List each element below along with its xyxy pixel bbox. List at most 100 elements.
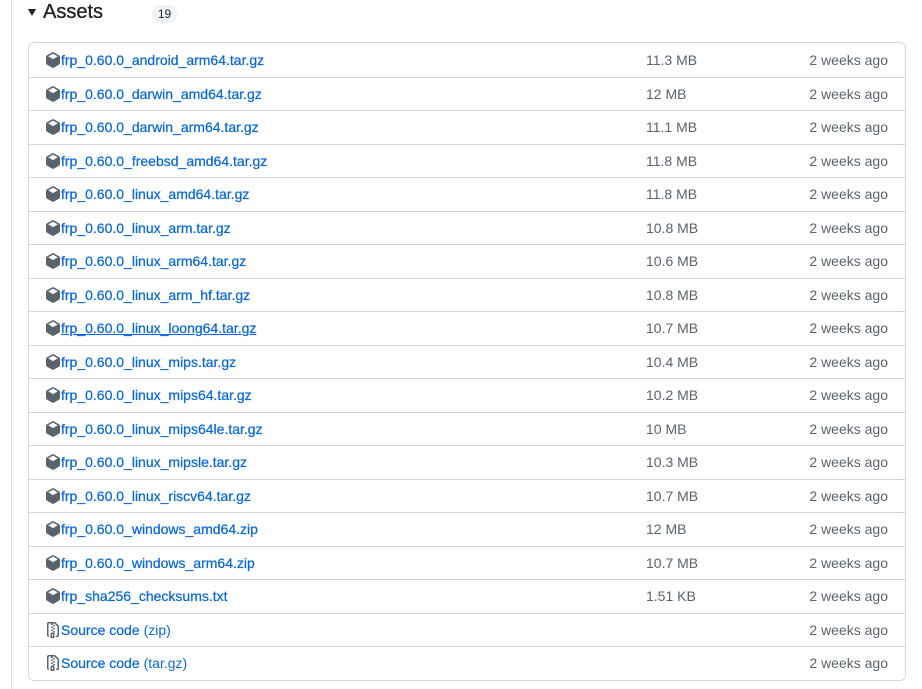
asset-name: frp_0.60.0_linux_arm_hf.tar.gz	[61, 286, 251, 303]
asset-name: frp_0.60.0_windows_amd64.zip	[61, 521, 258, 538]
asset-size: 11.8 MB	[646, 152, 698, 169]
asset-download-link[interactable]: frp_0.60.0_linux_loong64.tar.gz	[61, 318, 257, 338]
asset-main: frp_0.60.0_darwin_arm64.tar.gz	[29, 117, 629, 137]
asset-format: (tar.gz)	[143, 655, 188, 672]
asset-row: frp_0.60.0_darwin_arm64.tar.gz 11.1 MB 2…	[29, 110, 905, 144]
asset-date: 2 weeks ago	[809, 85, 888, 102]
asset-download-link[interactable]: frp_sha256_checksums.txt	[61, 586, 228, 606]
package-icon	[45, 454, 61, 471]
asset-date: 2 weeks ago	[809, 420, 888, 437]
asset-download-link[interactable]: Source code (tar.gz)	[61, 653, 187, 673]
assets-section-toggle[interactable]: Assets 19	[28, 0, 177, 26]
asset-download-link[interactable]: frp_0.60.0_linux_amd64.tar.gz	[61, 184, 250, 204]
asset-row: Source code (zip) 2 weeks ago	[29, 612, 905, 647]
asset-row: frp_0.60.0_linux_loong64.tar.gz 10.7 MB …	[29, 311, 905, 345]
asset-name: frp_0.60.0_linux_mips64le.tar.gz	[61, 420, 263, 437]
asset-size: 1.51 KB	[646, 588, 696, 605]
asset-row: frp_0.60.0_android_arm64.tar.gz 11.3 MB …	[29, 43, 905, 77]
asset-download-link[interactable]: Source code (zip)	[61, 620, 171, 640]
asset-main: frp_0.60.0_linux_mips64le.tar.gz	[29, 419, 629, 439]
package-icon	[45, 353, 61, 370]
assets-count-badge: 19	[152, 5, 177, 23]
asset-date: 2 weeks ago	[809, 621, 888, 638]
asset-name: frp_0.60.0_linux_mipsle.tar.gz	[61, 454, 247, 471]
asset-date: 2 weeks ago	[809, 51, 888, 68]
package-icon	[45, 119, 61, 136]
package-icon	[45, 186, 61, 203]
asset-name: frp_0.60.0_linux_loong64.tar.gz	[61, 320, 257, 337]
asset-name: frp_0.60.0_linux_arm.tar.gz	[61, 219, 231, 236]
asset-download-link[interactable]: frp_0.60.0_windows_arm64.zip	[61, 553, 255, 573]
asset-size: 10.2 MB	[646, 387, 699, 404]
file-zip-icon	[45, 621, 61, 638]
asset-download-link[interactable]: frp_0.60.0_linux_arm64.tar.gz	[61, 251, 246, 271]
asset-date: 2 weeks ago	[809, 186, 888, 203]
asset-main: frp_0.60.0_linux_mipsle.tar.gz	[29, 452, 629, 472]
asset-main: frp_0.60.0_linux_mips64.tar.gz	[29, 385, 629, 405]
asset-row: frp_0.60.0_windows_amd64.zip 12 MB 2 wee…	[29, 512, 905, 546]
package-icon	[45, 387, 61, 404]
asset-name: frp_0.60.0_linux_riscv64.tar.gz	[61, 487, 251, 504]
asset-date: 2 weeks ago	[809, 253, 888, 270]
asset-row: frp_0.60.0_linux_mips64le.tar.gz 10 MB 2…	[29, 411, 905, 446]
asset-row: frp_0.60.0_linux_amd64.tar.gz 11.8 MB 2 …	[29, 177, 905, 211]
asset-download-link[interactable]: frp_0.60.0_darwin_arm64.tar.gz	[61, 117, 259, 137]
assets-list: frp_0.60.0_android_arm64.tar.gz 11.3 MB …	[28, 42, 906, 681]
asset-row: frp_0.60.0_linux_arm_hf.tar.gz 10.8 MB 2…	[29, 277, 905, 312]
asset-download-link[interactable]: frp_0.60.0_windows_amd64.zip	[61, 519, 258, 539]
asset-row: frp_0.60.0_linux_riscv64.tar.gz 10.7 MB …	[29, 478, 905, 513]
asset-main: frp_0.60.0_darwin_amd64.tar.gz	[29, 84, 629, 104]
asset-name: frp_0.60.0_darwin_amd64.tar.gz	[61, 85, 262, 102]
asset-download-link[interactable]: frp_0.60.0_darwin_amd64.tar.gz	[61, 84, 262, 104]
asset-date: 2 weeks ago	[809, 521, 888, 538]
assets-heading: Assets	[43, 1, 104, 23]
asset-name: frp_0.60.0_linux_amd64.tar.gz	[61, 186, 250, 203]
asset-name: Source code	[61, 621, 140, 638]
asset-main: frp_0.60.0_linux_arm.tar.gz	[29, 218, 629, 238]
asset-date: 2 weeks ago	[809, 119, 888, 136]
package-icon	[45, 219, 61, 236]
asset-date: 2 weeks ago	[809, 320, 888, 337]
asset-name: frp_sha256_checksums.txt	[61, 588, 228, 605]
asset-main: frp_0.60.0_linux_loong64.tar.gz	[29, 318, 629, 338]
package-icon	[45, 152, 61, 169]
asset-main: frp_0.60.0_windows_arm64.zip	[29, 553, 629, 573]
asset-download-link[interactable]: frp_0.60.0_linux_arm_hf.tar.gz	[61, 285, 250, 305]
asset-main: frp_0.60.0_linux_riscv64.tar.gz	[29, 486, 629, 506]
asset-row: frp_0.60.0_freebsd_amd64.tar.gz 11.8 MB …	[29, 143, 905, 178]
asset-size: 12 MB	[646, 85, 687, 102]
asset-row: frp_0.60.0_windows_arm64.zip 10.7 MB 2 w…	[29, 545, 905, 580]
package-icon	[45, 253, 61, 270]
asset-main: frp_0.60.0_linux_amd64.tar.gz	[29, 184, 629, 204]
package-icon	[45, 286, 61, 303]
package-icon	[45, 51, 61, 68]
package-icon	[45, 487, 61, 504]
package-icon	[45, 588, 61, 605]
asset-download-link[interactable]: frp_0.60.0_linux_mipsle.tar.gz	[61, 452, 247, 472]
asset-date: 2 weeks ago	[809, 219, 888, 236]
asset-download-link[interactable]: frp_0.60.0_linux_mips64.tar.gz	[61, 385, 252, 405]
asset-main: frp_0.60.0_windows_amd64.zip	[29, 519, 629, 539]
asset-date: 2 weeks ago	[809, 487, 888, 504]
asset-row: frp_0.60.0_darwin_amd64.tar.gz 12 MB 2 w…	[29, 76, 905, 111]
asset-download-link[interactable]: frp_0.60.0_freebsd_amd64.tar.gz	[61, 151, 268, 171]
asset-date: 2 weeks ago	[809, 554, 888, 571]
asset-download-link[interactable]: frp_0.60.0_linux_mips.tar.gz	[61, 352, 236, 372]
asset-date: 2 weeks ago	[809, 152, 888, 169]
asset-size: 10.7 MB	[646, 554, 699, 571]
asset-row: frp_0.60.0_linux_mips.tar.gz 10.4 MB 2 w…	[29, 344, 905, 379]
asset-download-link[interactable]: frp_0.60.0_android_arm64.tar.gz	[61, 50, 264, 70]
asset-date: 2 weeks ago	[809, 387, 888, 404]
asset-name: frp_0.60.0_linux_arm64.tar.gz	[61, 253, 247, 270]
asset-size: 12 MB	[646, 521, 687, 538]
asset-format: (zip)	[143, 621, 171, 638]
asset-size: 10.8 MB	[646, 286, 699, 303]
asset-download-link[interactable]: frp_0.60.0_linux_riscv64.tar.gz	[61, 486, 251, 506]
package-icon	[45, 554, 61, 571]
asset-download-link[interactable]: frp_0.60.0_linux_mips64le.tar.gz	[61, 419, 263, 439]
asset-main: frp_0.60.0_linux_arm_hf.tar.gz	[29, 285, 629, 305]
asset-name: Source code	[61, 655, 140, 672]
asset-name: frp_0.60.0_windows_arm64.zip	[61, 554, 255, 571]
asset-size: 11.8 MB	[646, 186, 698, 203]
asset-download-link[interactable]: frp_0.60.0_linux_arm.tar.gz	[61, 218, 231, 238]
